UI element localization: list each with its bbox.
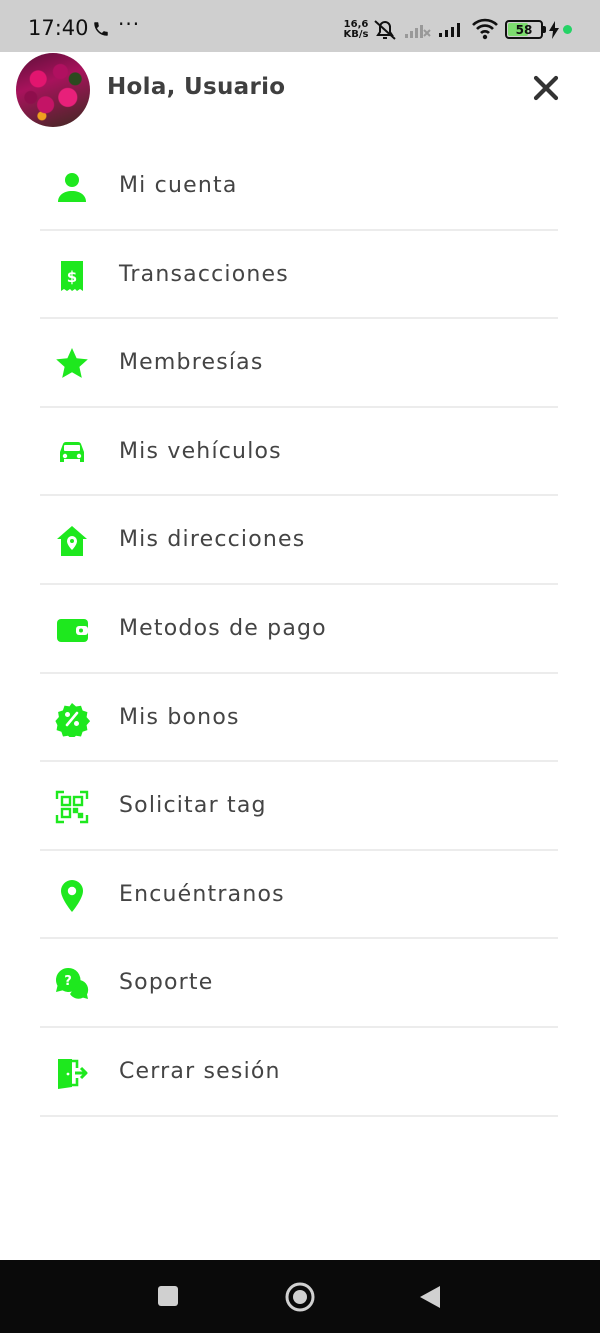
drawer-menu: Mi cuenta $ Transacciones Membresías Mis… (40, 142, 558, 1117)
menu-item-label: Solicitar tag (119, 793, 267, 819)
menu-item-transacciones[interactable]: $ Transacciones (40, 231, 558, 320)
wifi-icon (471, 17, 499, 45)
menu-item-label: Metodos de pago (119, 615, 327, 641)
home-icon (285, 1282, 315, 1312)
menu-item-mi-cuenta[interactable]: Mi cuenta (40, 142, 558, 231)
menu-item-label: Mis bonos (119, 704, 240, 730)
status-bar: 17:40 ··· 16,6 KB/s 58 (0, 0, 600, 52)
svg-text:$: $ (67, 268, 77, 286)
menu-item-mis-bonos[interactable]: Mis bonos (40, 674, 558, 763)
menu-item-solicitar-tag[interactable]: Solicitar tag (40, 762, 558, 851)
mute-icon (372, 18, 398, 46)
star-icon (54, 346, 90, 382)
close-icon (533, 75, 559, 101)
discount-badge-icon (54, 701, 90, 737)
home-location-icon (54, 523, 90, 559)
map-pin-icon (54, 878, 90, 914)
menu-item-label: Mis vehículos (119, 438, 282, 464)
menu-item-encuentranos[interactable]: Encuéntranos (40, 851, 558, 940)
greeting-text: Hola, Usuario (107, 74, 286, 100)
car-icon (54, 435, 90, 471)
status-time: 17:40 (28, 16, 89, 40)
network-speed-unit: KB/s (343, 29, 369, 40)
recents-icon (158, 1286, 178, 1306)
more-dots: ··· (118, 12, 141, 36)
menu-item-label: Membresías (119, 350, 264, 376)
help-chat-icon: ? (54, 966, 90, 1002)
svg-text:?: ? (64, 974, 72, 989)
menu-item-soporte[interactable]: ? Soporte (40, 939, 558, 1028)
signal-icon (404, 21, 432, 43)
user-avatar (16, 53, 90, 127)
privacy-indicator-dot (563, 25, 572, 34)
back-button[interactable] (418, 1284, 442, 1314)
menu-item-metodos-de-pago[interactable]: Metodos de pago (40, 585, 558, 674)
home-button[interactable] (284, 1281, 316, 1317)
menu-item-label: Soporte (119, 970, 214, 996)
menu-item-label: Encuéntranos (119, 881, 285, 907)
battery-icon: 58 (505, 20, 543, 39)
menu-item-label: Transacciones (119, 261, 289, 287)
menu-item-label: Mis direcciones (119, 527, 306, 553)
back-icon (420, 1286, 440, 1308)
close-button[interactable] (528, 70, 564, 106)
logout-icon (54, 1055, 90, 1091)
signal-icon (438, 20, 466, 42)
menu-item-mis-vehiculos[interactable]: Mis vehículos (40, 408, 558, 497)
battery-level: 58 (515, 23, 533, 37)
menu-item-label: Cerrar sesión (119, 1058, 281, 1084)
drawer-header: Hola, Usuario (0, 52, 600, 130)
recents-button[interactable] (157, 1285, 179, 1311)
menu-item-membresias[interactable]: Membresías (40, 319, 558, 408)
menu-item-cerrar-sesion[interactable]: Cerrar sesión (40, 1028, 558, 1117)
network-speed: 16,6 KB/s (341, 20, 371, 40)
wallet-icon (54, 612, 90, 648)
battery-tip (543, 26, 546, 33)
menu-item-mis-direcciones[interactable]: Mis direcciones (40, 496, 558, 585)
qr-code-icon (54, 789, 90, 825)
phone-icon (92, 20, 110, 42)
receipt-icon: $ (54, 258, 90, 294)
charging-icon (548, 21, 560, 43)
person-icon (54, 169, 90, 205)
menu-item-label: Mi cuenta (119, 173, 238, 198)
system-nav-bar (0, 1260, 600, 1333)
